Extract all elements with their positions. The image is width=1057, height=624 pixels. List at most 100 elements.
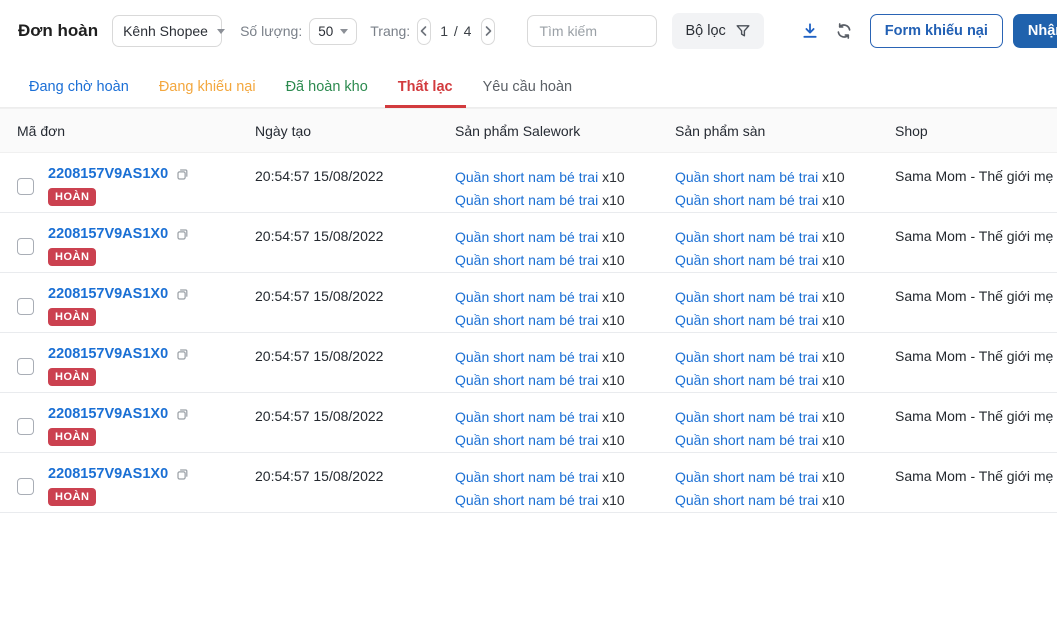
order-code-link[interactable]: 2208157V9AS1X0 (48, 226, 168, 242)
channel-select[interactable]: Kênh Shopee (112, 15, 225, 47)
orders-table: Mã đơn Ngày tạo Sản phẩm Salework Sản phẩm … (0, 108, 1057, 513)
product-line: Quần short nam bé trai x10 (675, 249, 861, 272)
created-at: 20:54:57 15/08/2022 (255, 408, 384, 424)
product-link[interactable]: Quần short nam bé trai (455, 169, 598, 185)
order-code-link[interactable]: 2208157V9AS1X0 (48, 406, 168, 422)
product-qty: x10 (818, 169, 845, 185)
download-button[interactable] (801, 22, 819, 40)
order-return-page: Đơn hoàn Kênh Shopee Số lượng: 50 Trang:… (0, 0, 1057, 513)
order-cell: 2208157V9AS1X0 HOÀN (0, 212, 238, 273)
order-cell: 2208157V9AS1X0 HOÀN (0, 332, 238, 393)
product-link[interactable]: Quần short nam bé trai (675, 492, 818, 508)
order-cell: 2208157V9AS1X0 HOÀN (0, 272, 238, 333)
copy-icon[interactable] (175, 287, 190, 302)
product-link[interactable]: Quần short nam bé trai (455, 252, 598, 268)
product-qty: x10 (818, 312, 845, 328)
filter-button[interactable]: Bộ lọc (672, 13, 764, 49)
copy-icon[interactable] (175, 167, 190, 182)
copy-icon[interactable] (175, 347, 190, 362)
complaint-form-button[interactable]: Form khiếu nại (869, 14, 1003, 48)
shop-cell: Sama Mom - Thế giới mẹ và (878, 332, 1057, 393)
product-link[interactable]: Quần short nam bé trai (455, 372, 598, 388)
product-link[interactable]: Quần short nam bé trai (455, 469, 598, 485)
row-checkbox[interactable] (17, 237, 34, 255)
product-link[interactable]: Quần short nam bé trai (455, 409, 598, 425)
product-link[interactable]: Quần short nam bé trai (455, 229, 598, 245)
copy-icon[interactable] (175, 227, 190, 242)
row-checkbox[interactable] (17, 177, 34, 195)
download-icon (803, 23, 817, 38)
created-at-cell: 20:54:57 15/08/2022 (238, 272, 438, 333)
row-checkbox[interactable] (17, 417, 34, 435)
copy-icon[interactable] (175, 407, 190, 422)
product-link[interactable]: Quần short nam bé trai (675, 229, 818, 245)
product-qty: x10 (818, 349, 845, 365)
tab-bar: Đang chờ hoàn Đang khiếu nại Đã hoàn kho Th… (0, 62, 1057, 108)
product-qty: x10 (598, 289, 625, 305)
product-qty: x10 (818, 252, 845, 268)
product-line: Quần short nam bé trai x10 (455, 466, 641, 489)
status-badge: HOÀN (48, 428, 97, 446)
tab-dang-khieu-nai[interactable]: Đang khiếu nại (146, 79, 269, 108)
product-link[interactable]: Quần short nam bé trai (675, 169, 818, 185)
chevron-right-icon (486, 26, 492, 36)
created-at: 20:54:57 15/08/2022 (255, 468, 384, 484)
product-link[interactable]: Quần short nam bé trai (455, 349, 598, 365)
product-line: Quần short nam bé trai x10 (455, 166, 641, 189)
platform-products-cell: Quần short nam bé trai x10 Quần short nam… (658, 272, 878, 333)
product-line: Quần short nam bé trai x10 (455, 489, 641, 512)
shop-name: Sama Mom - Thế giới mẹ và (895, 288, 1057, 304)
filter-button-label: Bộ lọc (685, 23, 726, 39)
platform-products-cell: Quần short nam bé trai x10 Quần short nam… (658, 212, 878, 273)
product-link[interactable]: Quần short nam bé trai (455, 432, 598, 448)
platform-products-cell: Quần short nam bé trai x10 Quần short nam… (658, 332, 878, 393)
order-code-link[interactable]: 2208157V9AS1X0 (48, 466, 168, 482)
product-line: Quần short nam bé trai x10 (675, 489, 861, 512)
refresh-button[interactable] (835, 22, 853, 40)
order-code-link[interactable]: 2208157V9AS1X0 (48, 346, 168, 362)
product-line: Quần short nam bé trai x10 (675, 189, 861, 212)
product-line: Quần short nam bé trai x10 (675, 226, 861, 249)
status-badge: HOÀN (48, 188, 97, 206)
page-title: Đơn hoàn (18, 21, 99, 40)
product-qty: x10 (598, 229, 625, 245)
search-input[interactable] (527, 15, 658, 47)
product-link[interactable]: Quần short nam bé trai (675, 409, 818, 425)
shop-cell: Sama Mom - Thế giới mẹ và (878, 212, 1057, 273)
table-row: 2208157V9AS1X0 HOÀN 20:54:57 15/08/2022 … (0, 152, 1057, 213)
prev-page-button[interactable] (417, 17, 432, 45)
tab-that-lac[interactable]: Thất lạc (384, 79, 466, 108)
chevron-left-icon (420, 26, 427, 36)
tab-da-hoan-kho[interactable]: Đã hoàn kho (273, 79, 381, 108)
tab-dang-cho-hoan[interactable]: Đang chờ hoàn (16, 79, 142, 108)
product-link[interactable]: Quần short nam bé trai (675, 349, 818, 365)
product-qty: x10 (818, 409, 845, 425)
product-link[interactable]: Quần short nam bé trai (455, 312, 598, 328)
order-code-link[interactable]: 2208157V9AS1X0 (48, 166, 168, 182)
row-checkbox[interactable] (17, 297, 34, 315)
product-link[interactable]: Quần short nam bé trai (675, 469, 818, 485)
product-link[interactable]: Quần short nam bé trai (675, 312, 818, 328)
salework-products-cell: Quần short nam bé trai x10 Quần short nam… (438, 152, 658, 213)
order-code-link[interactable]: 2208157V9AS1X0 (48, 286, 168, 302)
product-qty: x10 (598, 349, 625, 365)
tab-yeu-cau-hoan[interactable]: Yêu cầu hoàn (470, 79, 586, 108)
row-checkbox[interactable] (17, 477, 34, 495)
product-link[interactable]: Quần short nam bé trai (675, 432, 818, 448)
product-link[interactable]: Quần short nam bé trai (455, 492, 598, 508)
product-link[interactable]: Quần short nam bé trai (675, 192, 818, 208)
product-link[interactable]: Quần short nam bé trai (675, 372, 818, 388)
product-link[interactable]: Quần short nam bé trai (675, 289, 818, 305)
product-link[interactable]: Quần short nam bé trai (455, 192, 598, 208)
product-link[interactable]: Quần short nam bé trai (675, 252, 818, 268)
receive-return-button[interactable]: Nhận hàng hoàn (1012, 14, 1057, 48)
created-at-cell: 20:54:57 15/08/2022 (238, 452, 438, 513)
row-checkbox[interactable] (17, 357, 34, 375)
quantity-select[interactable]: 50 (309, 17, 358, 45)
product-link[interactable]: Quần short nam bé trai (455, 289, 598, 305)
product-qty: x10 (598, 252, 625, 268)
copy-icon[interactable] (175, 467, 190, 482)
product-qty: x10 (598, 432, 625, 448)
next-page-button[interactable] (481, 17, 496, 45)
channel-select-value: Kênh Shopee (123, 23, 208, 39)
